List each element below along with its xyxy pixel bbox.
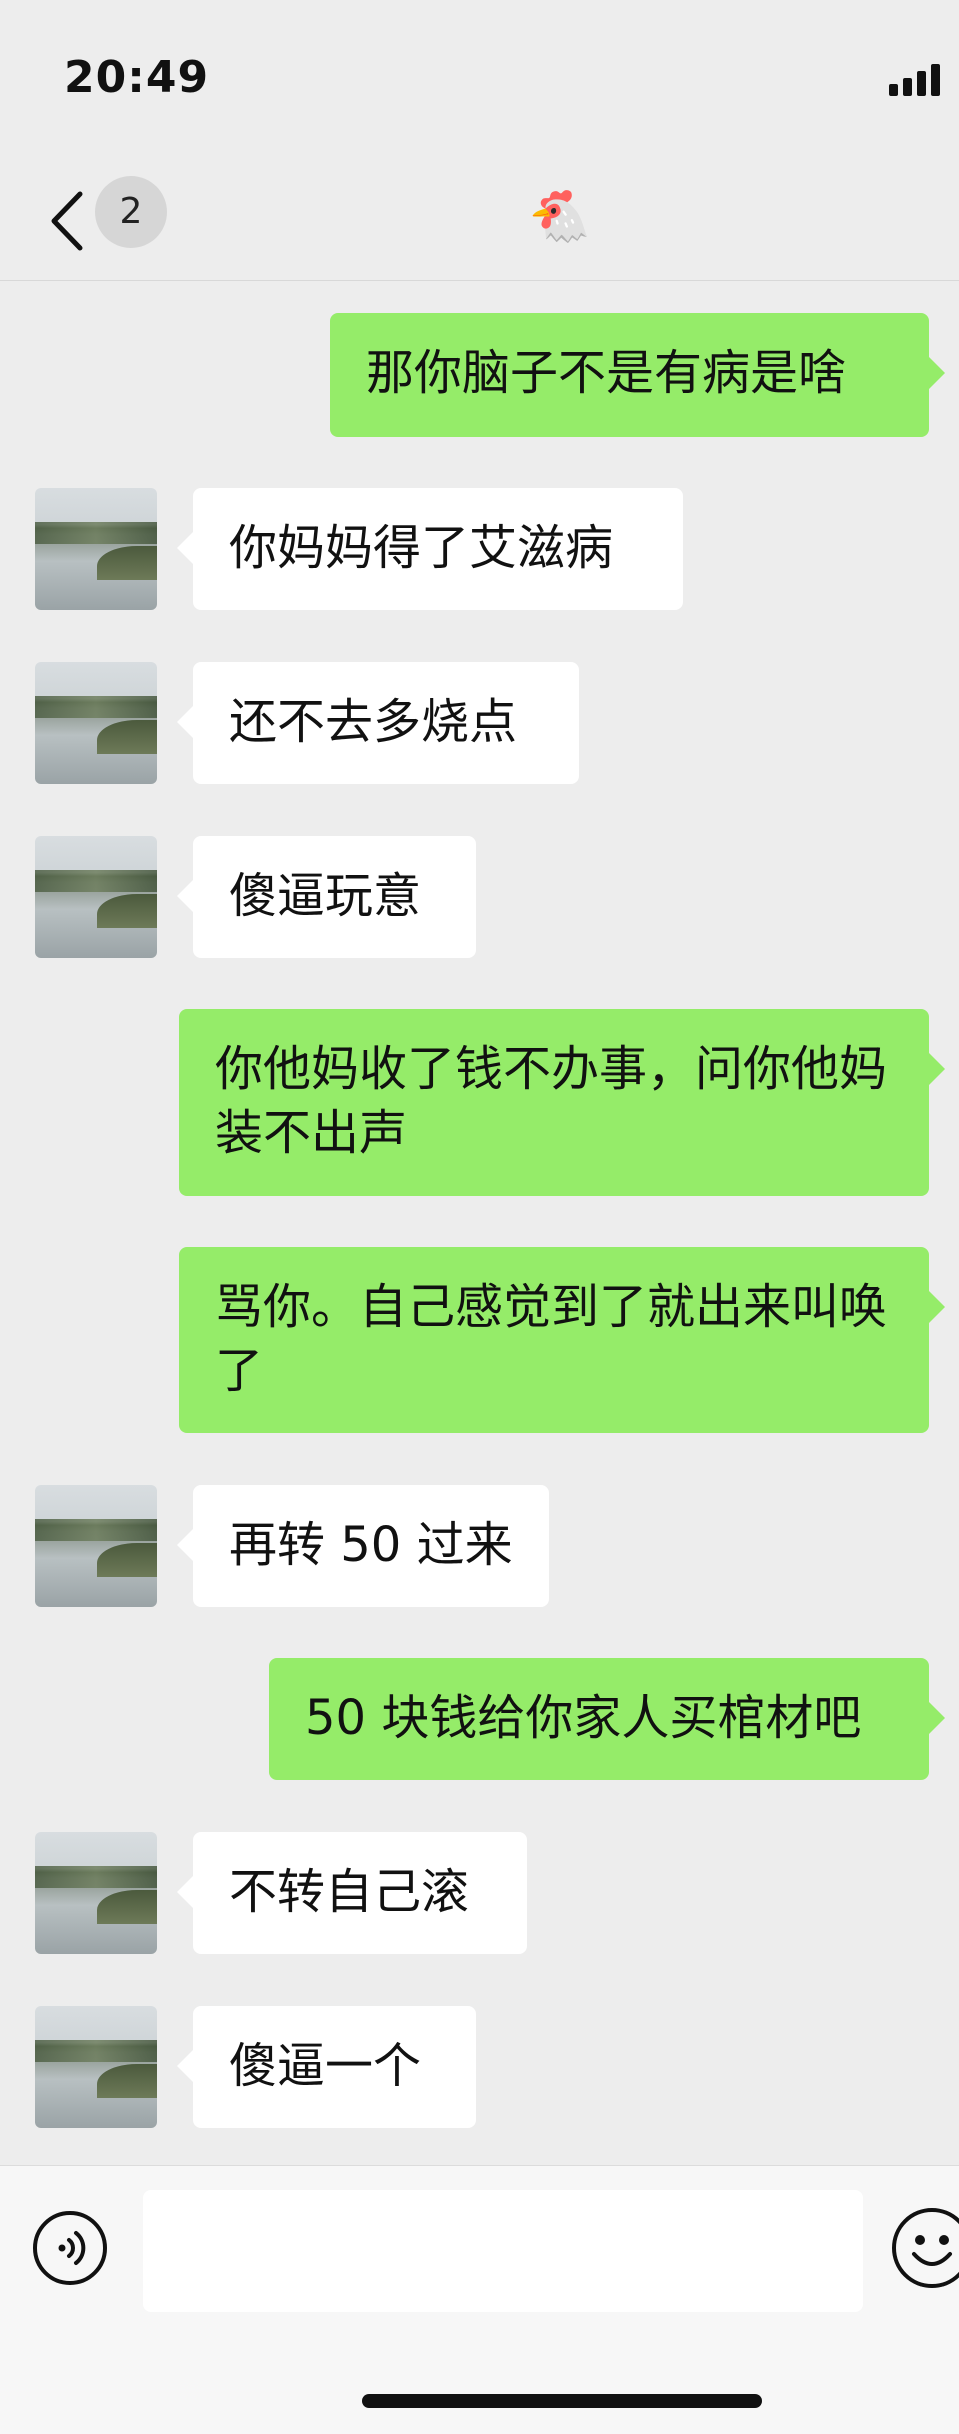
contact-avatar[interactable] (35, 662, 157, 784)
status-bar: 20:49 (0, 0, 959, 160)
emoji-button[interactable] (890, 2206, 959, 2290)
voice-input-button[interactable] (32, 2210, 108, 2286)
chevron-left-icon (51, 191, 83, 251)
message-bubble[interactable]: 傻逼玩意 (177, 836, 476, 958)
message-bubble[interactable]: 再转 50 过来 (177, 1485, 549, 1607)
message-bubble[interactable]: 那你脑子不是有病是啥 (330, 313, 945, 437)
home-indicator[interactable] (362, 2394, 762, 2408)
chat-title: 🐔 (528, 187, 592, 245)
contact-avatar[interactable] (35, 1832, 157, 1954)
contact-avatar[interactable] (35, 1485, 157, 1607)
emoji-icon (892, 2208, 959, 2288)
status-time: 20:49 (64, 52, 210, 103)
back-button[interactable] (40, 186, 100, 256)
signal-icon (889, 62, 943, 96)
message-bubble[interactable]: 50 块钱给你家人买棺材吧 (269, 1658, 945, 1780)
message-bubble[interactable]: 你妈妈得了艾滋病 (177, 488, 683, 610)
voice-icon (33, 2211, 107, 2285)
message-bubble[interactable]: 不转自己滚 (177, 1832, 527, 1954)
contact-avatar[interactable] (35, 488, 157, 610)
contact-avatar[interactable] (35, 836, 157, 958)
message-bubble[interactable]: 傻逼一个 (177, 2006, 476, 2128)
unread-count-badge[interactable]: 2 (95, 176, 167, 248)
contact-avatar[interactable] (35, 2006, 157, 2128)
message-bubble[interactable]: 你他妈收了钱不办事，问你他妈装不出声 (179, 1009, 945, 1196)
input-bar (0, 2165, 959, 2434)
message-bubble[interactable]: 骂你。自己感觉到了就出来叫唤了 (179, 1247, 945, 1433)
message-input[interactable] (143, 2190, 863, 2312)
message-bubble[interactable]: 还不去多烧点 (177, 662, 579, 784)
